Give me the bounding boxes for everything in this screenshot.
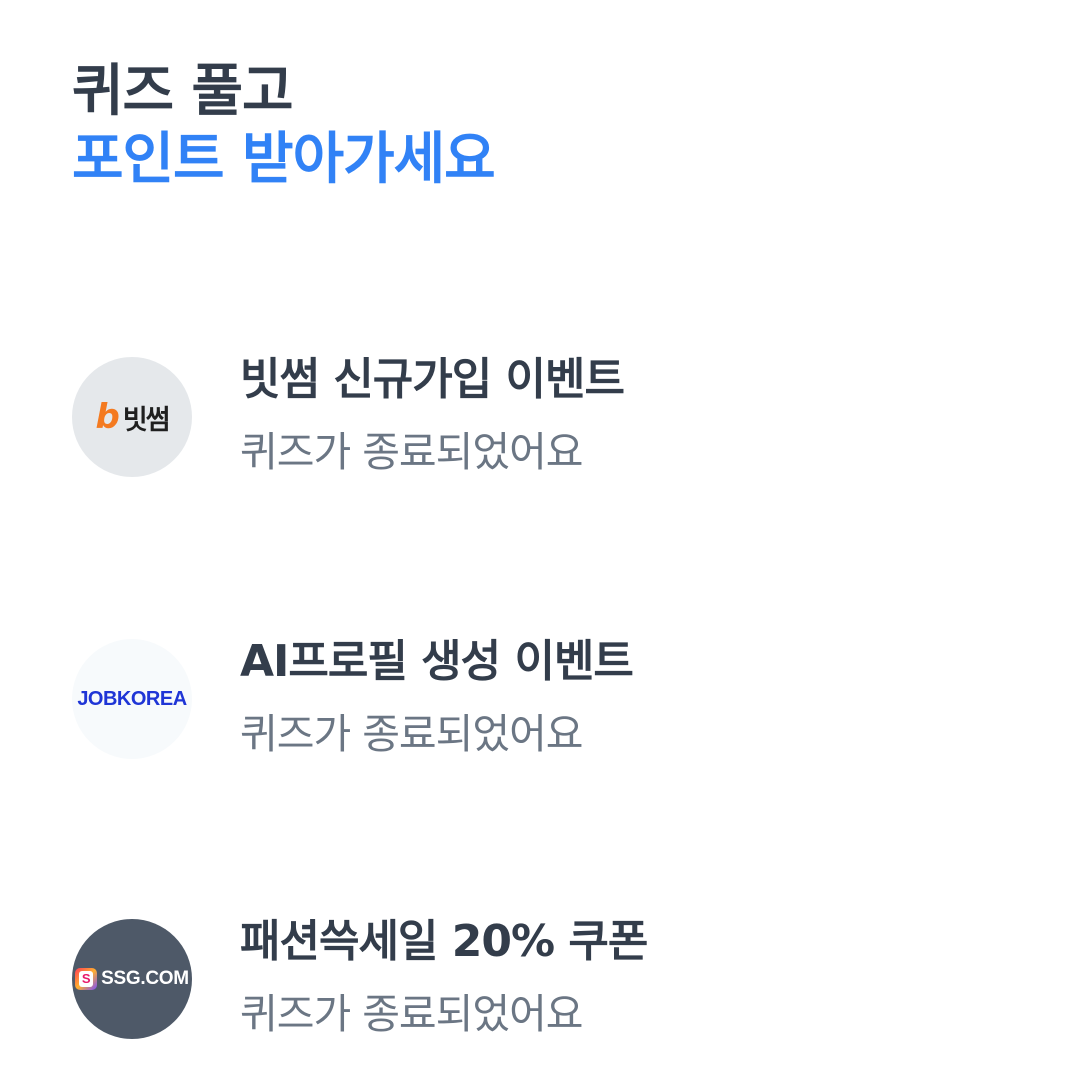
event-title: 빗썸 신규가입 이벤트 — [240, 354, 625, 405]
event-status: 퀴즈가 종료되었어요 — [240, 710, 584, 758]
bitsum-logo-mark: b 빗썸 — [95, 397, 171, 437]
page-title-line-1: 퀴즈 풀고 — [72, 59, 294, 124]
ssg-logo-text: SSG.COM — [101, 968, 189, 989]
bitsum-logo-text: 빗썸 — [122, 404, 171, 436]
ssg-s-icon: S — [75, 968, 98, 990]
event-title: 패션쓱세일 20% 쿠폰 — [240, 916, 648, 967]
page-header: 퀴즈 풀고 포인트 받아가세요 — [72, 58, 496, 194]
ssg-logo-mark: S SSG.COM — [75, 968, 189, 990]
bitsum-b-icon: b — [95, 397, 120, 437]
event-item-ssg[interactable]: S SSG.COM 패션쓱세일 20% 쿠폰 퀴즈가 종료되었어요 — [72, 914, 1032, 1044]
event-item-bitsum[interactable]: b 빗썸 빗썸 신규가입 이벤트 퀴즈가 종료되었어요 — [72, 352, 1032, 482]
ssg-s-letter: S — [79, 971, 94, 987]
event-status: 퀴즈가 종료되었어요 — [240, 990, 584, 1038]
event-status: 퀴즈가 종료되었어요 — [240, 428, 584, 476]
page-title-line-2: 포인트 받아가세요 — [72, 127, 496, 192]
jobkorea-logo-text: JOBKOREA — [77, 687, 187, 710]
jobkorea-logo: JOBKOREA — [72, 639, 192, 759]
event-title: AI프로필 생성 이벤트 — [240, 636, 634, 687]
event-item-jobkorea[interactable]: JOBKOREA AI프로필 생성 이벤트 퀴즈가 종료되었어요 — [72, 634, 1032, 764]
bitsum-logo: b 빗썸 — [72, 357, 192, 477]
ssg-logo: S SSG.COM — [72, 919, 192, 1039]
